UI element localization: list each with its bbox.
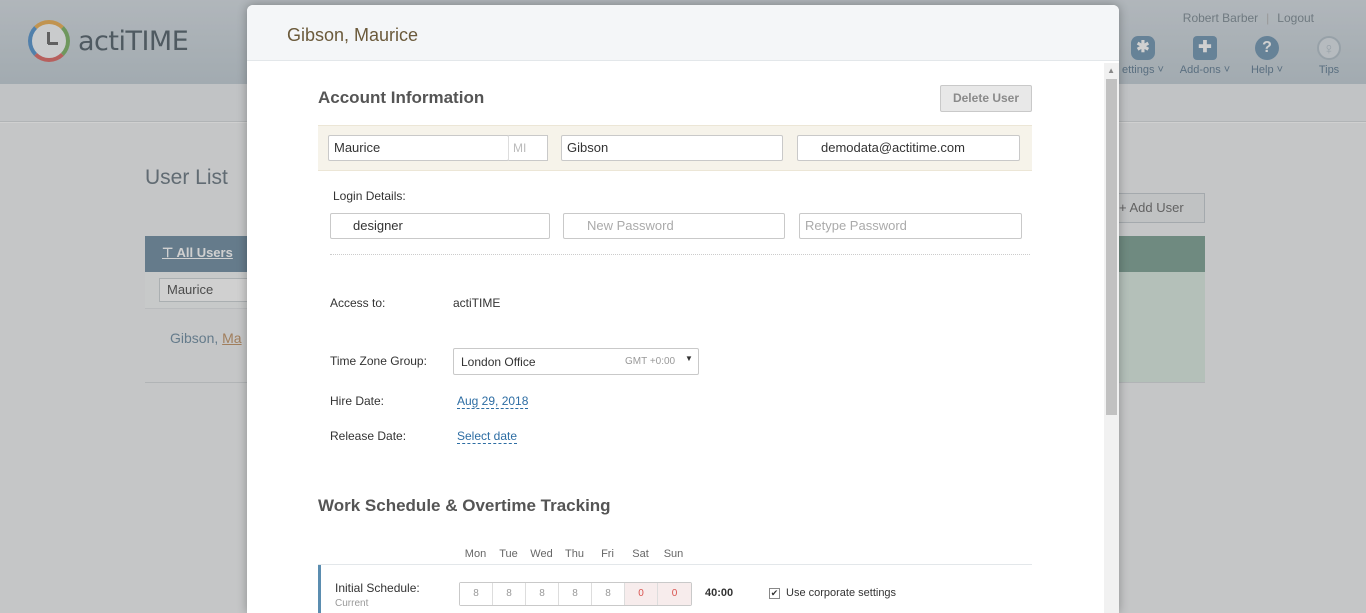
hours-cell[interactable]: 8 xyxy=(559,583,592,605)
edit-user-modal: Gibson, Maurice Account Information Dele… xyxy=(247,5,1119,613)
middle-initial-field[interactable]: MI xyxy=(508,135,548,161)
schedule-sub: Current xyxy=(335,598,369,609)
hours-cell[interactable]: 8 xyxy=(460,583,493,605)
hours-cell[interactable]: 8 xyxy=(592,583,625,605)
chevron-down-icon: ▼ xyxy=(685,354,693,363)
release-date-label: Release Date: xyxy=(330,429,407,443)
account-section-title: Account Information xyxy=(318,88,485,107)
corporate-settings-checkbox[interactable]: ✔ xyxy=(769,588,780,599)
modal-title: Gibson, Maurice xyxy=(247,5,1119,61)
schedule-section-title: Work Schedule & Overtime Tracking xyxy=(318,496,611,515)
new-password-field[interactable]: New Password xyxy=(563,213,785,239)
hours-cell[interactable]: 0 xyxy=(658,583,691,605)
delete-user-button[interactable]: Delete User xyxy=(940,85,1032,112)
username-field[interactable]: designer xyxy=(330,213,550,239)
hire-date-label: Hire Date: xyxy=(330,394,385,408)
day-header: Tue xyxy=(499,548,518,560)
timezone-offset: GMT +0:00 xyxy=(625,356,676,367)
day-header: Wed xyxy=(530,548,553,560)
day-header: Sun xyxy=(663,548,684,560)
scroll-up-icon[interactable]: ▲ xyxy=(1107,66,1115,75)
schedule-label: Initial Schedule: xyxy=(335,581,420,595)
divider xyxy=(330,254,1030,255)
timezone-label: Time Zone Group: xyxy=(330,354,427,368)
schedule-hours: 8 8 8 8 8 0 0 xyxy=(459,582,692,606)
last-name-field[interactable]: Gibson xyxy=(561,135,783,161)
access-value: actiTIME xyxy=(453,296,501,310)
access-label: Access to: xyxy=(330,296,386,310)
timezone-select[interactable]: London Office GMT +0:00 ▼ xyxy=(453,348,699,375)
hours-cell[interactable]: 8 xyxy=(493,583,526,605)
weekday-headers: Mon Tue Wed Thu Fri Sat Sun xyxy=(459,548,690,560)
login-details-label: Login Details: xyxy=(333,189,406,203)
retype-password-field[interactable]: Retype Password xyxy=(799,213,1022,239)
release-date-link[interactable]: Select date xyxy=(457,429,518,444)
email-field[interactable]: demodata@actitime.com xyxy=(797,135,1020,161)
hire-date-link[interactable]: Aug 29, 2018 xyxy=(457,394,529,409)
schedule-total: 40:00 xyxy=(705,587,734,599)
corporate-settings-label: Use corporate settings xyxy=(786,587,897,599)
day-header: Fri xyxy=(601,548,614,560)
timezone-value: London Office xyxy=(461,355,536,369)
hours-cell[interactable]: 0 xyxy=(625,583,658,605)
scrollbar-thumb[interactable] xyxy=(1106,79,1117,415)
day-header: Thu xyxy=(565,548,584,560)
day-header: Mon xyxy=(464,548,487,560)
day-header: Sat xyxy=(632,548,649,560)
first-name-field[interactable]: Maurice xyxy=(328,135,509,161)
hours-cell[interactable]: 8 xyxy=(526,583,559,605)
